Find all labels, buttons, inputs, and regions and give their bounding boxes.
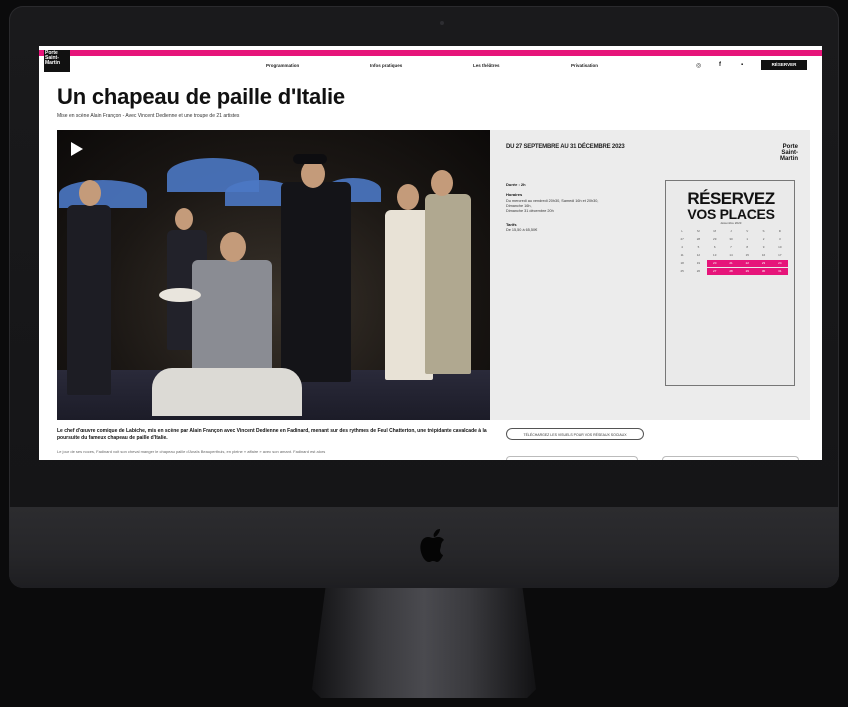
youtube-icon[interactable]: ▪ [741,62,743,68]
nav-privatisation[interactable]: Privatisation [571,63,598,68]
umbrella [59,180,147,208]
weekday-label: M [713,229,716,233]
calendar-day[interactable]: 16 [755,252,771,259]
info-card [506,456,638,460]
actor-head [397,184,419,210]
calendar-day[interactable]: 27 [706,268,723,275]
nav-infos-pratiques[interactable]: Infos pratiques [370,63,402,68]
reserve-button[interactable]: RÉSERVER [761,60,807,70]
info-panel: DU 27 SEPTEMBRE AU 31 DÉCEMBRE 2023 Port… [490,130,810,420]
calendar-day[interactable]: 1 [739,236,755,243]
actor-head [175,208,193,230]
calendar-week: 4 5 6 7 8 9 10 [674,244,788,251]
actor-hat [293,154,327,164]
calendar-day[interactable]: 3 [772,236,788,243]
actor-figure [281,182,351,382]
actor-figure [425,194,471,374]
horaires-title: Horaires [506,192,523,197]
calendar-day[interactable]: 28 [722,268,740,275]
calendar-day[interactable]: 13 [707,252,723,259]
weekday-label: L [681,229,683,233]
instagram-icon[interactable]: ◎ [696,62,701,69]
calendar-title-line2: VOS PLACES [687,206,775,222]
camera-dot [440,21,444,25]
calendar-week: 27 28 29 30 1 2 3 [674,236,788,243]
calendar-day[interactable]: 17 [772,252,788,259]
tarifs-title: Tarifs [506,222,517,227]
calendar-day[interactable]: 20 [706,260,723,267]
calendar-day[interactable]: 30 [755,268,772,275]
calendar-day[interactable]: 12 [690,252,706,259]
actor-figure [192,260,272,370]
calendar-day[interactable]: 5 [690,244,706,251]
tarifs-value: De 15,50 à 65,50€ [506,228,538,232]
top-accent-bar [39,50,822,56]
calendar-week: 11 12 13 14 15 16 17 [674,252,788,259]
calendar-day[interactable]: 21 [722,260,740,267]
weekday-label: M [697,229,700,233]
brand-mark: Porte Saint- Martin [780,144,798,162]
actor-head [220,232,246,262]
weekday-label: V [746,229,749,233]
calendar-day[interactable]: 4 [674,244,690,251]
calendar-weekdays: LMMJVSD [674,228,788,235]
calendar-day[interactable]: 27 [674,236,690,243]
horaires-text: Du mercredi au vendredi 20h30, Samedi 16… [506,199,599,213]
lead-paragraph: Le chef d'œuvre comique de Labiche, mis … [57,428,487,441]
body-paragraph: Le jour de ses noces, Fadinard voit son … [57,449,326,454]
page-subtitle: Mise en scène Alain Françon - Avec Vince… [57,113,240,119]
calendar-day[interactable]: 19 [690,260,706,267]
facebook-icon[interactable]: f [719,62,721,68]
calendar-month: décembre 2023 [720,221,742,225]
site-logo[interactable]: Porte Saint- Martin [44,50,70,72]
download-visuals-button[interactable]: TÉLÉCHARGEZ LES VISUELS POUR VOS RÉSEAUX… [506,428,644,440]
weekday-label: S [762,229,765,233]
calendar-week: 18 19 20 21 22 23 24 [674,260,788,267]
calendar-day[interactable]: 9 [755,244,771,251]
website-screen: Porte Saint- Martin Programmation Infos … [39,46,822,460]
page-title: Un chapeau de paille d'Italie [57,84,345,109]
imac-stand [312,588,536,698]
actor-figure [67,205,111,395]
white-sheet [152,368,302,416]
calendar-day[interactable]: 22 [739,260,756,267]
weekday-label: J [730,229,732,233]
calendar-day[interactable]: 8 [739,244,755,251]
calendar-day[interactable]: 30 [723,236,739,243]
actor-head [79,180,101,206]
calendar-day[interactable]: 15 [739,252,755,259]
calendar-day[interactable]: 25 [674,268,690,275]
booking-calendar: RÉSERVEZ VOS PLACES décembre 2023 LMMJVS… [665,180,795,386]
calendar-day[interactable]: 28 [690,236,706,243]
calendar-day[interactable]: 24 [771,260,788,267]
calendar-day[interactable]: 29 [739,268,756,275]
apple-logo-icon [420,529,444,562]
calendar-day[interactable]: 14 [723,252,739,259]
calendar-week: 25 26 27 28 29 30 31 [674,268,788,275]
actor-head [301,160,325,188]
calendar-day[interactable]: 11 [674,252,690,259]
calendar-grid: décembre 2023 L M M J V S D 27 28 29 30 1 2 3 4 5 6 7 8 9 10… [674,221,788,275]
calendar-day[interactable]: 26 [690,268,706,275]
show-dates: DU 27 SEPTEMBRE AU 31 DÉCEMBRE 2023 [506,144,625,150]
duration: Durée : 2h [506,182,526,187]
nav-les-theatres[interactable]: Les théâtres [473,63,500,68]
calendar-day[interactable]: 7 [723,244,739,251]
nav-programmation[interactable]: Programmation [266,63,299,68]
calendar-day[interactable]: 2 [755,236,771,243]
calendar-day[interactable]: 31 [771,268,788,275]
calendar-day[interactable]: 29 [707,236,723,243]
info-card [662,456,799,460]
calendar-day[interactable]: 10 [772,244,788,251]
actor-head [431,170,453,196]
calendar-day[interactable]: 18 [674,260,690,267]
hero-video[interactable] [57,130,490,420]
straw-hat [159,288,201,302]
weekday-label: D [778,229,781,233]
play-icon[interactable] [71,142,83,156]
calendar-day[interactable]: 6 [707,244,723,251]
calendar-day[interactable]: 23 [755,260,772,267]
